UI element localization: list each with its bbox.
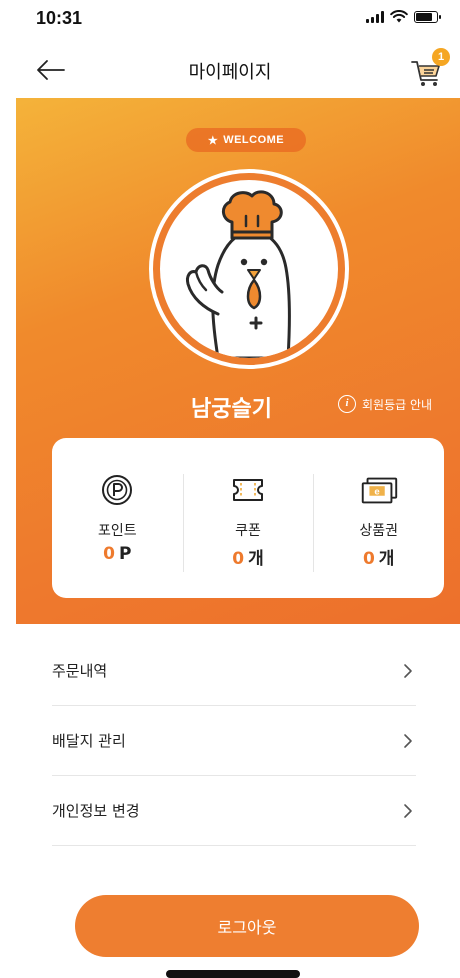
coupon-ticket-icon: [226, 474, 270, 506]
gift-cards-label: 상품권: [359, 523, 398, 539]
logout-button[interactable]: 로그아웃: [75, 895, 419, 957]
points-value: 0 P: [103, 544, 131, 564]
profile-hero: ★ WELCOME 남궁슬기 i 회원등급 안내 포인트 0 P 쿠폰 0 개 …: [16, 98, 460, 624]
points-number: 0: [103, 544, 116, 564]
page-title: 마이페이지: [188, 62, 272, 83]
star-icon: ★: [207, 134, 219, 147]
points-stat[interactable]: 포인트 0 P: [52, 438, 183, 598]
cart-count-badge: 1: [432, 48, 450, 66]
chevron-right-icon: [400, 663, 416, 679]
coupons-label: 쿠폰: [235, 523, 261, 539]
menu-item-order-history[interactable]: 주문내역: [52, 636, 416, 706]
account-menu: 주문내역 배달지 관리 개인정보 변경: [52, 636, 416, 846]
welcome-badge: ★ WELCOME: [186, 128, 306, 152]
menu-item-edit-profile[interactable]: 개인정보 변경: [52, 776, 416, 846]
status-time: 10:31: [36, 8, 83, 28]
signal-icon: [366, 10, 384, 23]
status-bar: 10:31: [0, 0, 460, 40]
gift-cards-number: 0: [362, 549, 375, 569]
coupons-value: 0 개: [232, 544, 263, 569]
points-label: 포인트: [98, 523, 137, 539]
stats-card: 포인트 0 P 쿠폰 0 개 e 상품권 0 개: [52, 438, 444, 598]
wifi-icon: [390, 10, 408, 23]
battery-icon: [414, 10, 441, 23]
svg-text:e: e: [374, 486, 379, 497]
point-coin-icon: [95, 474, 139, 506]
gift-cards-unit: 개: [378, 549, 395, 569]
gift-cards-value: 0 개: [363, 544, 394, 569]
menu-item-delivery-address[interactable]: 배달지 관리: [52, 706, 416, 776]
avatar[interactable]: [149, 169, 349, 369]
menu-item-label: 개인정보 변경: [52, 802, 140, 820]
gift-cards-stat[interactable]: e 상품권 0 개: [313, 438, 444, 598]
coupons-number: 0: [232, 549, 245, 569]
member-grade-link[interactable]: i 회원등급 안내: [338, 395, 432, 413]
home-indicator[interactable]: [166, 970, 300, 978]
chevron-right-icon: [400, 733, 416, 749]
user-name: 남궁슬기: [191, 397, 272, 422]
status-icons: [366, 10, 441, 23]
member-grade-label: 회원등급 안내: [362, 397, 433, 412]
cart-button[interactable]: 1: [410, 48, 450, 88]
chicken-chef-character: [186, 190, 291, 358]
menu-item-label: 주문내역: [52, 662, 108, 680]
welcome-label: WELCOME: [223, 134, 285, 146]
avatar-inner: [160, 180, 338, 358]
header: 마이페이지 1: [0, 44, 460, 96]
points-unit: P: [119, 544, 132, 564]
menu-item-label: 배달지 관리: [52, 732, 126, 750]
gift-card-icon: e: [357, 474, 401, 506]
coupons-stat[interactable]: 쿠폰 0 개: [182, 438, 314, 598]
chevron-right-icon: [400, 803, 416, 819]
coupons-unit: 개: [248, 549, 264, 569]
info-icon: i: [338, 395, 356, 413]
